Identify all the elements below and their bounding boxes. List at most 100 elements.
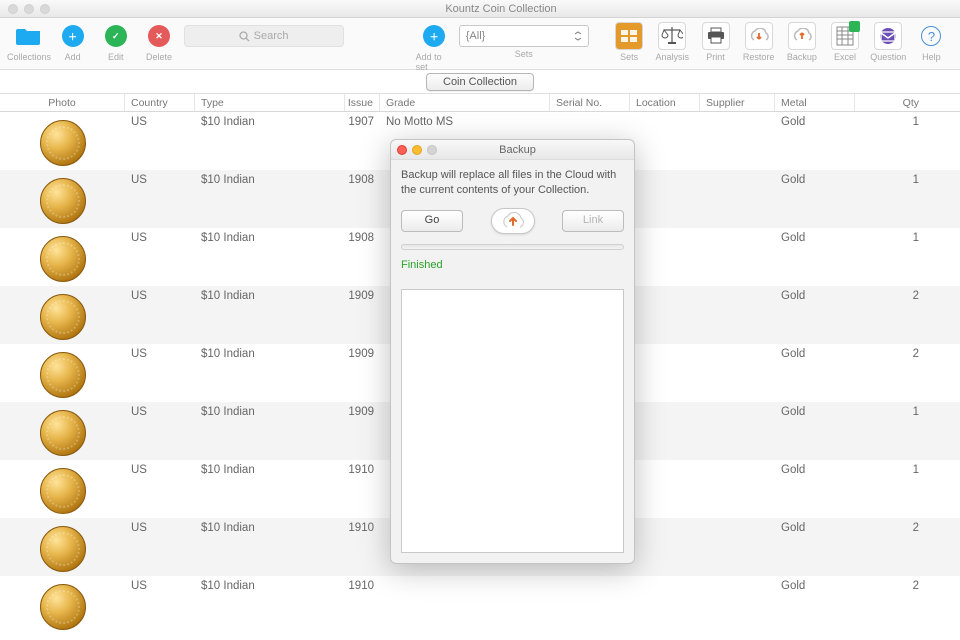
- search-icon: [239, 31, 250, 42]
- col-issue[interactable]: Issue: [345, 94, 380, 111]
- col-supplier[interactable]: Supplier: [700, 94, 775, 111]
- delete-button[interactable]: ✕ Delete: [140, 22, 177, 62]
- cell-supplier: [700, 402, 775, 460]
- sets-select-label: Sets: [515, 49, 533, 59]
- col-type[interactable]: Type: [195, 94, 345, 111]
- cell-location: [630, 576, 700, 634]
- search-input[interactable]: Search: [184, 25, 344, 47]
- cell-qty: 1: [855, 112, 925, 170]
- cell-type: $10 Indian: [195, 112, 345, 170]
- cell-issue: 1910: [345, 576, 380, 634]
- cell-location: [630, 112, 700, 170]
- cell-location: [630, 344, 700, 402]
- coin-collection-button[interactable]: Coin Collection: [426, 73, 534, 91]
- x-circle-icon: ✕: [145, 22, 173, 50]
- cell-country: US: [125, 518, 195, 576]
- cell-supplier: [700, 112, 775, 170]
- cell-photo: [0, 112, 125, 170]
- question-button[interactable]: Question: [870, 22, 907, 62]
- table-row[interactable]: US $10 Indian 1910 Gold 2: [0, 576, 960, 634]
- sets-button[interactable]: Sets: [611, 22, 648, 62]
- analysis-button[interactable]: Analysis: [654, 22, 691, 62]
- collections-button[interactable]: Collections: [10, 22, 48, 62]
- cell-qty: 2: [855, 344, 925, 402]
- cloud-upload-icon: [788, 22, 816, 50]
- coin-icon: [40, 410, 86, 456]
- add-label: Add: [65, 52, 81, 62]
- col-photo[interactable]: Photo: [0, 94, 125, 111]
- add-to-set-label: Add to set: [416, 52, 453, 72]
- table-header: Photo Country Type Issue Grade Serial No…: [0, 94, 960, 112]
- cell-type: $10 Indian: [195, 344, 345, 402]
- cell-supplier: [700, 170, 775, 228]
- analysis-label: Analysis: [656, 52, 690, 62]
- progress-bar: [401, 244, 624, 250]
- edit-button[interactable]: ✓ Edit: [97, 22, 134, 62]
- cell-qty: 2: [855, 576, 925, 634]
- backup-button[interactable]: Backup: [783, 22, 820, 62]
- excel-button[interactable]: Excel: [826, 22, 863, 62]
- col-location[interactable]: Location: [630, 94, 700, 111]
- excel-label: Excel: [834, 52, 856, 62]
- col-grade[interactable]: Grade: [380, 94, 550, 111]
- cell-supplier: [700, 344, 775, 402]
- link-button[interactable]: Link: [562, 210, 624, 232]
- cell-photo: [0, 460, 125, 518]
- col-serial[interactable]: Serial No.: [550, 94, 630, 111]
- col-qty[interactable]: Qty: [855, 94, 925, 111]
- cell-metal: Gold: [775, 228, 855, 286]
- cell-type: $10 Indian: [195, 228, 345, 286]
- print-label: Print: [706, 52, 725, 62]
- cell-photo: [0, 228, 125, 286]
- coin-icon: [40, 468, 86, 514]
- coin-icon: [40, 236, 86, 282]
- cell-issue: 1910: [345, 518, 380, 576]
- cell-location: [630, 286, 700, 344]
- cell-qty: 2: [855, 286, 925, 344]
- cloud-upload-icon: [491, 208, 535, 234]
- traffic-min-disabled: [24, 4, 34, 14]
- mac-traffic-lights: [8, 4, 50, 14]
- cell-type: $10 Indian: [195, 402, 345, 460]
- coin-icon: [40, 294, 86, 340]
- cell-issue: 1907: [345, 112, 380, 170]
- cell-qty: 1: [855, 460, 925, 518]
- cell-issue: 1908: [345, 170, 380, 228]
- restore-label: Restore: [743, 52, 775, 62]
- print-button[interactable]: Print: [697, 22, 734, 62]
- cell-supplier: [700, 518, 775, 576]
- folder-icon: [15, 22, 43, 50]
- cell-country: US: [125, 112, 195, 170]
- dialog-title: Backup: [407, 144, 628, 156]
- cell-metal: Gold: [775, 518, 855, 576]
- col-metal[interactable]: Metal: [775, 94, 855, 111]
- cell-issue: 1909: [345, 402, 380, 460]
- cell-photo: [0, 286, 125, 344]
- cell-metal: Gold: [775, 576, 855, 634]
- cell-country: US: [125, 460, 195, 518]
- help-button[interactable]: ? Help: [913, 22, 950, 62]
- cell-supplier: [700, 228, 775, 286]
- go-button[interactable]: Go: [401, 210, 463, 232]
- add-to-set-button[interactable]: ＋ Add to set: [416, 22, 453, 72]
- collections-label: Collections: [7, 52, 51, 62]
- spreadsheet-icon: [831, 22, 859, 50]
- coin-icon: [40, 178, 86, 224]
- cell-country: US: [125, 402, 195, 460]
- col-country[interactable]: Country: [125, 94, 195, 111]
- cell-metal: Gold: [775, 170, 855, 228]
- cell-photo: [0, 402, 125, 460]
- backup-dialog: Backup Backup will replace all files in …: [390, 139, 635, 564]
- dialog-close-button[interactable]: [397, 145, 407, 155]
- restore-button[interactable]: Restore: [740, 22, 777, 62]
- cell-location: [630, 402, 700, 460]
- cell-metal: Gold: [775, 402, 855, 460]
- sets-select[interactable]: {All}: [459, 25, 589, 47]
- add-button[interactable]: ＋ Add: [54, 22, 91, 62]
- cell-photo: [0, 576, 125, 634]
- cell-issue: 1908: [345, 228, 380, 286]
- sets-btn-label: Sets: [620, 52, 638, 62]
- delete-label: Delete: [146, 52, 172, 62]
- cell-location: [630, 170, 700, 228]
- backup-label: Backup: [787, 52, 817, 62]
